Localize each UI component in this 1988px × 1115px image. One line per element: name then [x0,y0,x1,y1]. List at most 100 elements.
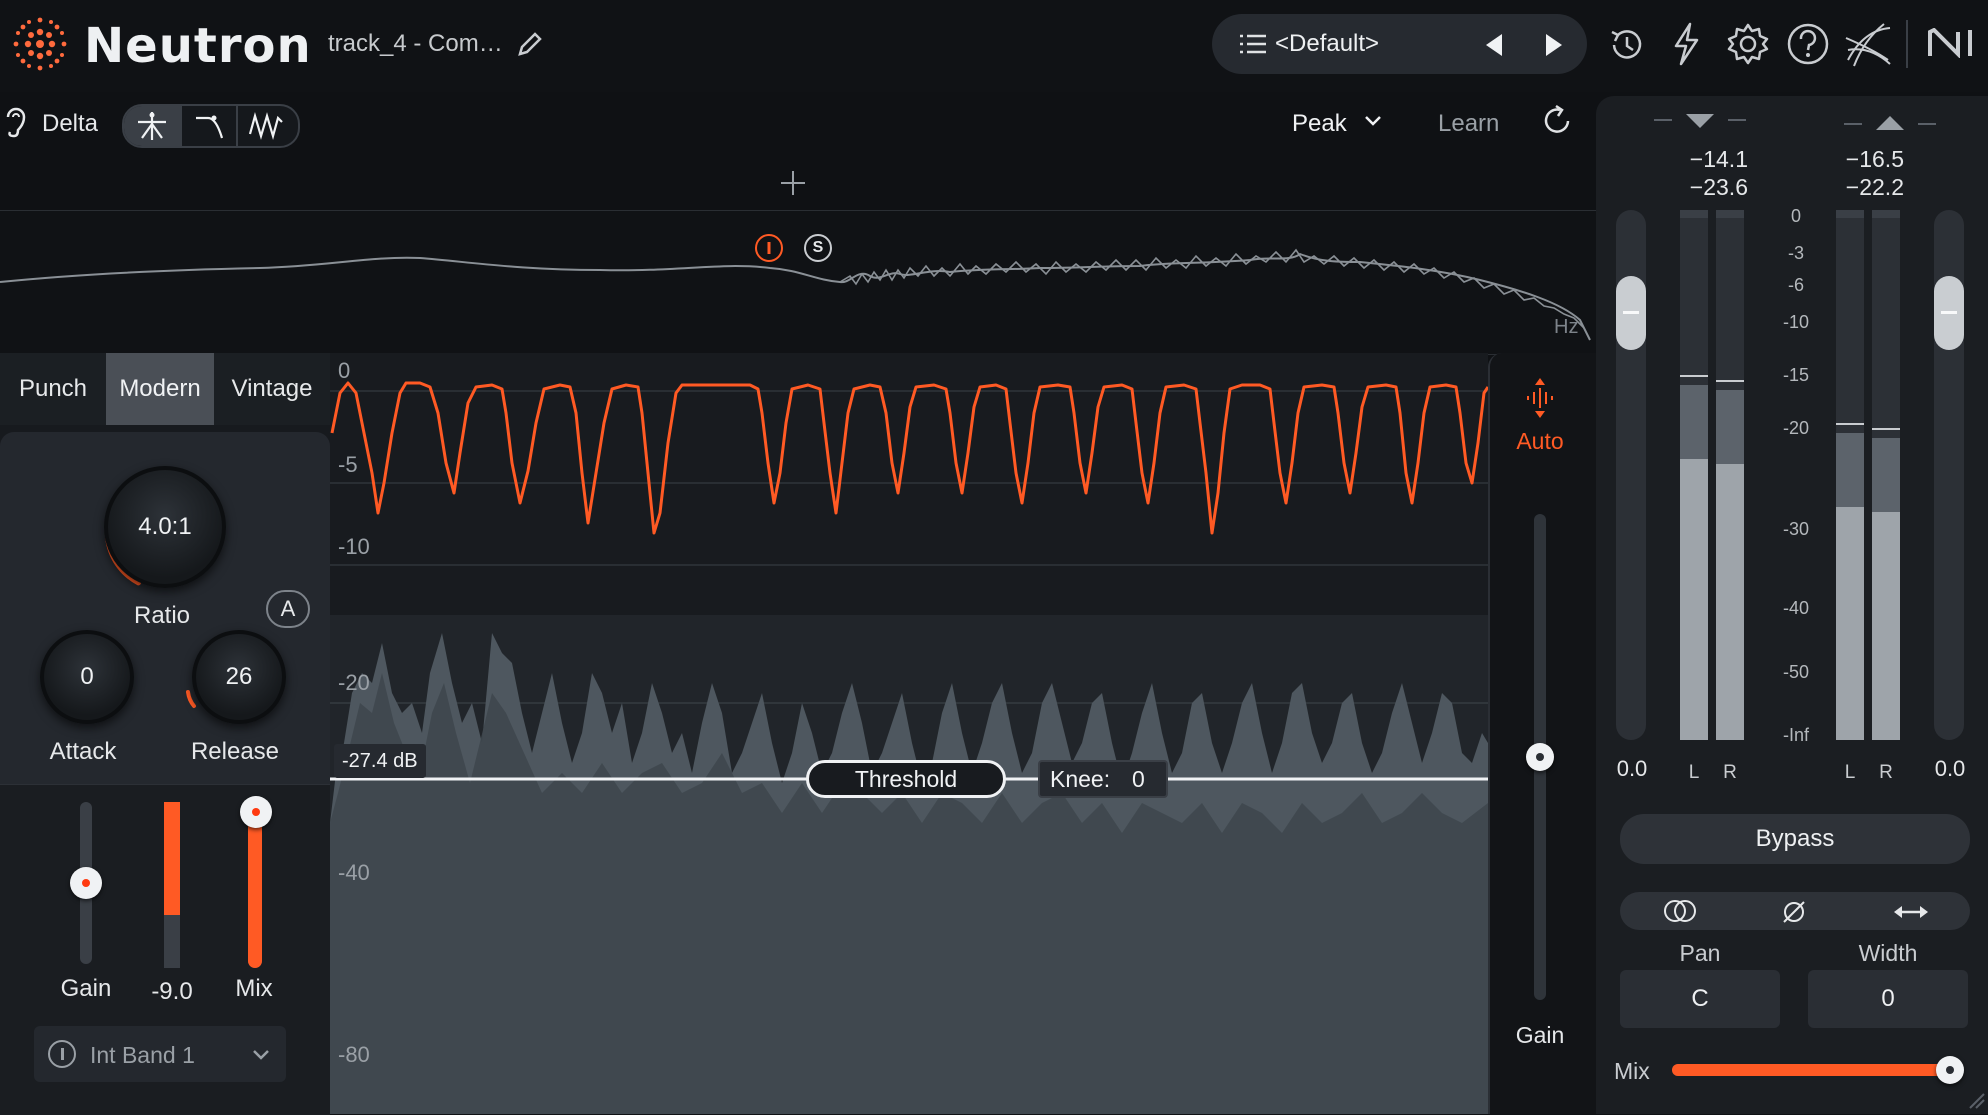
chevron-down-icon[interactable] [252,1048,270,1062]
preset-selector[interactable] [1212,14,1587,74]
mix-label: Mix [235,975,273,1002]
lightning-icon[interactable] [1670,22,1702,66]
meter-clip-indicator [1872,210,1900,218]
output-meter-header-icon [1844,116,1936,130]
bypass-button[interactable]: Bypass [1620,814,1970,864]
input-l-label: L [1688,762,1700,783]
output-mix-handle[interactable] [1936,1056,1964,1084]
sidechain-source[interactable]: Int Band 1 [90,1042,195,1069]
y-tick-40: -40 [338,860,370,885]
auto-release-button[interactable]: A [266,590,310,628]
attack-knob[interactable]: 0 [40,630,134,724]
meter-peak-hold [1716,380,1744,383]
mix-slider-handle[interactable] [240,796,272,828]
add-band-icon[interactable] [780,170,806,196]
input-meter-right [1716,210,1744,740]
preset-name[interactable]: <Default> [1275,30,1379,58]
meter-clip-indicator [1716,210,1744,218]
history-icon[interactable] [1606,24,1648,66]
gear-icon[interactable] [1726,22,1770,66]
release-knob[interactable]: 26 [192,630,286,724]
mix-slider-track[interactable] [248,812,262,968]
help-icon[interactable] [1786,22,1830,66]
compressor-mode-button[interactable] [124,106,180,146]
output-l-label: L [1844,762,1856,783]
output-meter-left [1836,210,1864,740]
width-value[interactable]: 0 [1808,970,1968,1028]
chevron-down-icon[interactable] [1364,114,1382,128]
output-meter-right [1872,210,1900,740]
y-tick-20: -20 [338,670,370,695]
auto-gain-icon[interactable] [1522,376,1558,420]
ear-icon[interactable] [4,106,28,138]
pencil-icon[interactable] [516,30,544,58]
list-icon[interactable] [1240,32,1266,56]
knee-value[interactable]: 0 [1132,766,1145,793]
band-enable-button[interactable] [755,234,783,262]
graph-canvas [330,381,1488,1114]
input-r-label: R [1723,762,1737,783]
track-title[interactable]: track_4 - Com… [328,30,503,58]
gain-reduction-value: -9.0 [151,978,193,1005]
ratio-knob[interactable]: 4.0:1 [104,466,226,588]
input-fader-value: 0.0 [1616,756,1648,781]
resize-grip-icon[interactable] [1966,1090,1986,1110]
pan-value[interactable]: C [1620,970,1780,1028]
band-solo-button[interactable]: S [804,234,832,262]
input-gain-fader-handle[interactable] [1616,276,1646,350]
swap-channels-icon[interactable] [1894,904,1928,920]
toolbar-divider [1906,20,1908,68]
mesh-icon[interactable] [1844,20,1894,70]
prev-arrow-icon[interactable] [1484,32,1504,58]
waveform-mode-button[interactable] [236,106,294,146]
spectrum-curve [0,248,1591,341]
meter-rms-fill [1836,432,1864,507]
threshold-handle[interactable]: Threshold [806,760,1006,798]
input-peak-value: −14.1 [1689,146,1748,172]
meter-peak-hold [1680,374,1708,377]
detection-mode-dropdown[interactable]: Peak [1292,110,1347,138]
knee-label: Knee: [1050,766,1111,792]
output-gain-fader-handle[interactable] [1934,276,1964,350]
tab-vintage[interactable]: Vintage [214,353,330,425]
output-mix-label: Mix [1614,1058,1650,1084]
phase-invert-icon[interactable] [1780,898,1808,926]
mono-icon[interactable] [1662,898,1698,924]
meter-peak-hold [1872,427,1900,430]
meter-fill [1872,512,1900,740]
meter-fill [1836,506,1864,740]
power-icon [767,242,771,254]
starburst-icon [138,112,166,140]
output-r-label: R [1879,762,1893,783]
ni-logo-icon[interactable] [1928,28,1978,58]
meter-rms-fill [1716,390,1744,465]
output-rms-value: −22.2 [1845,174,1904,200]
hz-label: Hz [1554,316,1579,338]
curve-mode-button[interactable] [180,106,238,146]
threshold-value[interactable]: -27.4 dB [334,744,426,778]
delta-label[interactable]: Delta [42,110,98,138]
width-label: Width [1858,940,1918,966]
meter-scale-tick: -15 [1782,365,1809,385]
output-mix-slider[interactable] [1672,1064,1950,1076]
meter-fill [1716,464,1744,740]
auto-gain-button[interactable]: Auto [1502,428,1578,455]
sidechain-power-icon[interactable] [48,1040,76,1068]
meter-scale-tick: -20 [1782,418,1809,438]
makeup-gain-handle[interactable] [1526,743,1554,771]
learn-button[interactable]: Learn [1438,110,1499,138]
gain-slider-handle[interactable] [70,867,102,899]
tab-modern[interactable]: Modern [106,353,214,425]
tab-punch[interactable]: Punch [0,353,106,425]
meter-scale-tick: -50 [1782,661,1809,682]
next-arrow-icon[interactable] [1544,32,1564,58]
reset-icon[interactable] [1540,104,1574,138]
meter-rms-fill [1872,437,1900,513]
curve-icon [196,115,224,139]
meter-scale: 0 -3 -6 -10 -15 -20 -30 -40 -50 -Inf [1764,206,1828,745]
output-fader-value: 0.0 [1934,756,1966,781]
pan-label: Pan [1679,940,1721,966]
meter-scale-tick: -3 [1787,243,1804,264]
waveform-icon [248,112,283,140]
gain-reduction-meter [164,802,180,968]
